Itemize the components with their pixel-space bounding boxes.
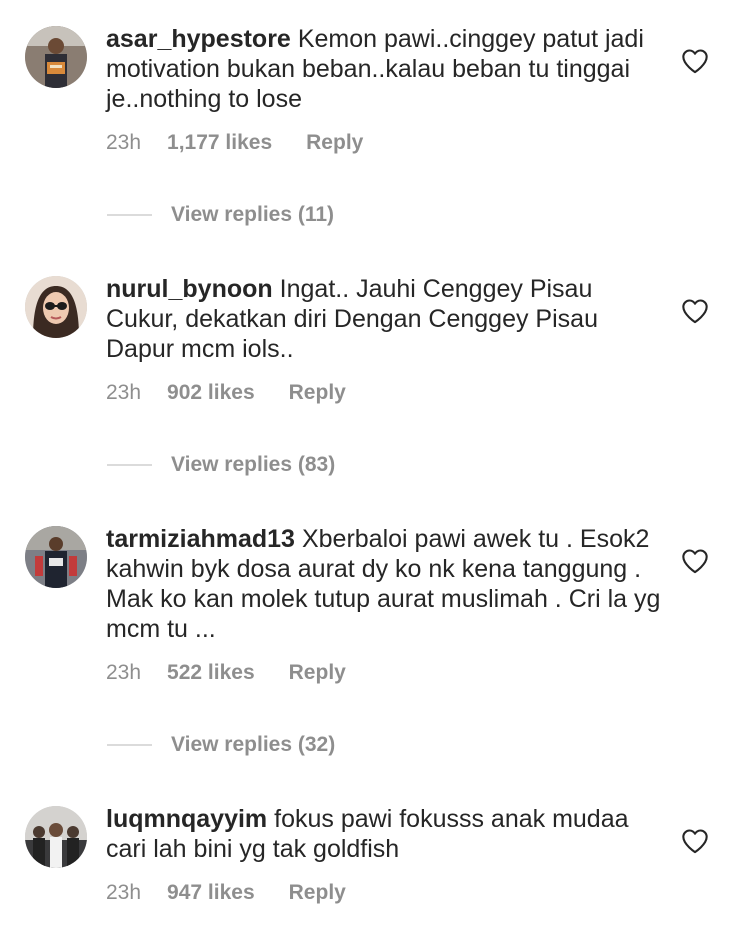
comment-text: asar_hypestore Kemon pawi..cinggey patut … (106, 24, 666, 114)
likes-count[interactable]: 522 likes (167, 658, 255, 688)
comment-timestamp: 23h (106, 881, 142, 904)
reply-button[interactable]: Reply (306, 128, 363, 158)
heart-icon[interactable] (681, 298, 709, 324)
comment-username[interactable]: luqmnqayyim (106, 805, 267, 833)
reply-button[interactable]: Reply (289, 658, 346, 688)
comment-timestamp: 23h (106, 661, 142, 684)
view-replies-button[interactable]: View replies (32) (107, 730, 335, 760)
view-replies-button[interactable]: View replies (83) (107, 450, 335, 480)
likes-count[interactable]: 902 likes (167, 378, 255, 408)
likes-count[interactable]: 947 likes (167, 878, 255, 908)
comment-text: nurul_bynoon Ingat.. Jauhi Cenggey Pisau … (106, 274, 666, 364)
comment-timestamp: 23h (106, 131, 142, 154)
replies-divider (107, 744, 152, 747)
heart-icon[interactable] (681, 828, 709, 854)
comment-meta: 23h 947 likes Reply (106, 878, 346, 908)
comment-username[interactable]: tarmiziahmad13 (106, 525, 295, 553)
comment-text: tarmiziahmad13 Xberbaloi pawi awek tu . E… (106, 524, 666, 644)
view-replies-label: View replies (32) (171, 733, 336, 756)
avatar[interactable] (25, 26, 87, 88)
avatar[interactable] (25, 526, 87, 588)
reply-button[interactable]: Reply (289, 378, 346, 408)
view-replies-label: View replies (83) (171, 453, 336, 476)
replies-divider (107, 464, 152, 467)
reply-button[interactable]: Reply (289, 878, 346, 908)
comment-text: luqmnqayyim fokus pawi fokusss anak mudaa… (106, 804, 666, 864)
comment-meta: 23h 522 likes Reply (106, 658, 346, 688)
heart-icon[interactable] (681, 548, 709, 574)
heart-icon[interactable] (681, 48, 709, 74)
likes-count[interactable]: 1,177 likes (167, 128, 272, 158)
replies-divider (107, 214, 152, 217)
comment-username[interactable]: asar_hypestore (106, 25, 291, 53)
avatar[interactable] (25, 806, 87, 868)
comment-meta: 23h 1,177 likes Reply (106, 128, 363, 158)
comment-timestamp: 23h (106, 381, 142, 404)
view-replies-button[interactable]: View replies (11) (107, 200, 334, 230)
avatar[interactable] (25, 276, 87, 338)
view-replies-label: View replies (11) (171, 203, 335, 226)
comment-username[interactable]: nurul_bynoon (106, 275, 273, 303)
comment-meta: 23h 902 likes Reply (106, 378, 346, 408)
